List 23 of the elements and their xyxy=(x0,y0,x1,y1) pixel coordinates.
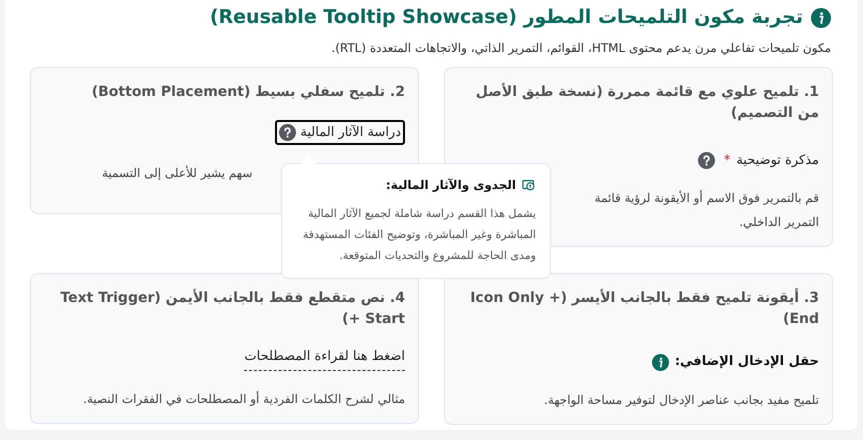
card-description: سهم يشير للأعلى إلى التسمية xyxy=(102,166,252,180)
tooltip-title: الجدوى والآثار المالية: xyxy=(386,177,516,194)
card-title: 2. تلميح سفلي بسيط (Bottom Placement) xyxy=(90,82,405,102)
card-title: 4. نص متقطع فقط بالجانب الأيمن (Text Trigger + Start) xyxy=(59,288,405,330)
card-description: التمرير الداخلي. xyxy=(739,215,819,230)
card-description: مثالي لشرح الكلمات الفردية أو المصطلحات في الفقرات النصية. xyxy=(83,392,405,406)
money-icon xyxy=(522,178,536,192)
info-icon[interactable] xyxy=(652,354,669,370)
page-subtitle: مكون تلميحات تفاعلي مرن يدعم محتوى HTML، القوائم، التمرير الذاتي، والاتجاهات المتعددة (RTL). xyxy=(330,40,831,57)
text-trigger[interactable]: اضغط هنا لقراءة المصطلحات xyxy=(244,347,405,371)
card-title: 1. تلميح علوي مع قائمة ممررة (نسخة طبق الأصل من التصميم) xyxy=(474,82,819,123)
tooltip-body: يشمل هذا القسم دراسة شاملة لجميع الآثار المالية المباشرة وغير المباشرة، وتوضيح الفئات المستهدفة ومدى الحاجة للمشروع والتحديات المتوقعة. xyxy=(302,206,536,264)
help-icon[interactable] xyxy=(698,152,715,169)
help-icon[interactable] xyxy=(279,124,296,141)
tooltip-trigger[interactable]: دراسة الآثار المالية xyxy=(275,120,405,146)
info-icon[interactable] xyxy=(811,8,831,28)
card-title: 3. أيقونة تلميح فقط بالجانب الأيسر (Icon Only + End) xyxy=(469,288,819,330)
field-label: حقل الإدخال الإضافي: xyxy=(674,353,819,372)
card-description: قم بالتمرير فوق الاسم أو الأيقونة لرؤية قائمة xyxy=(594,191,819,206)
field-label: مذكرة توضيحية xyxy=(736,152,819,170)
required-mark: * xyxy=(724,152,730,170)
page-title: تجربة مكون التلميحات المطور (Reusable Tooltip Showcase) xyxy=(210,6,803,30)
card-description: تلميح مفيد بجانب عناصر الإدخال لتوفير مساحة الواجهة. xyxy=(544,392,819,407)
